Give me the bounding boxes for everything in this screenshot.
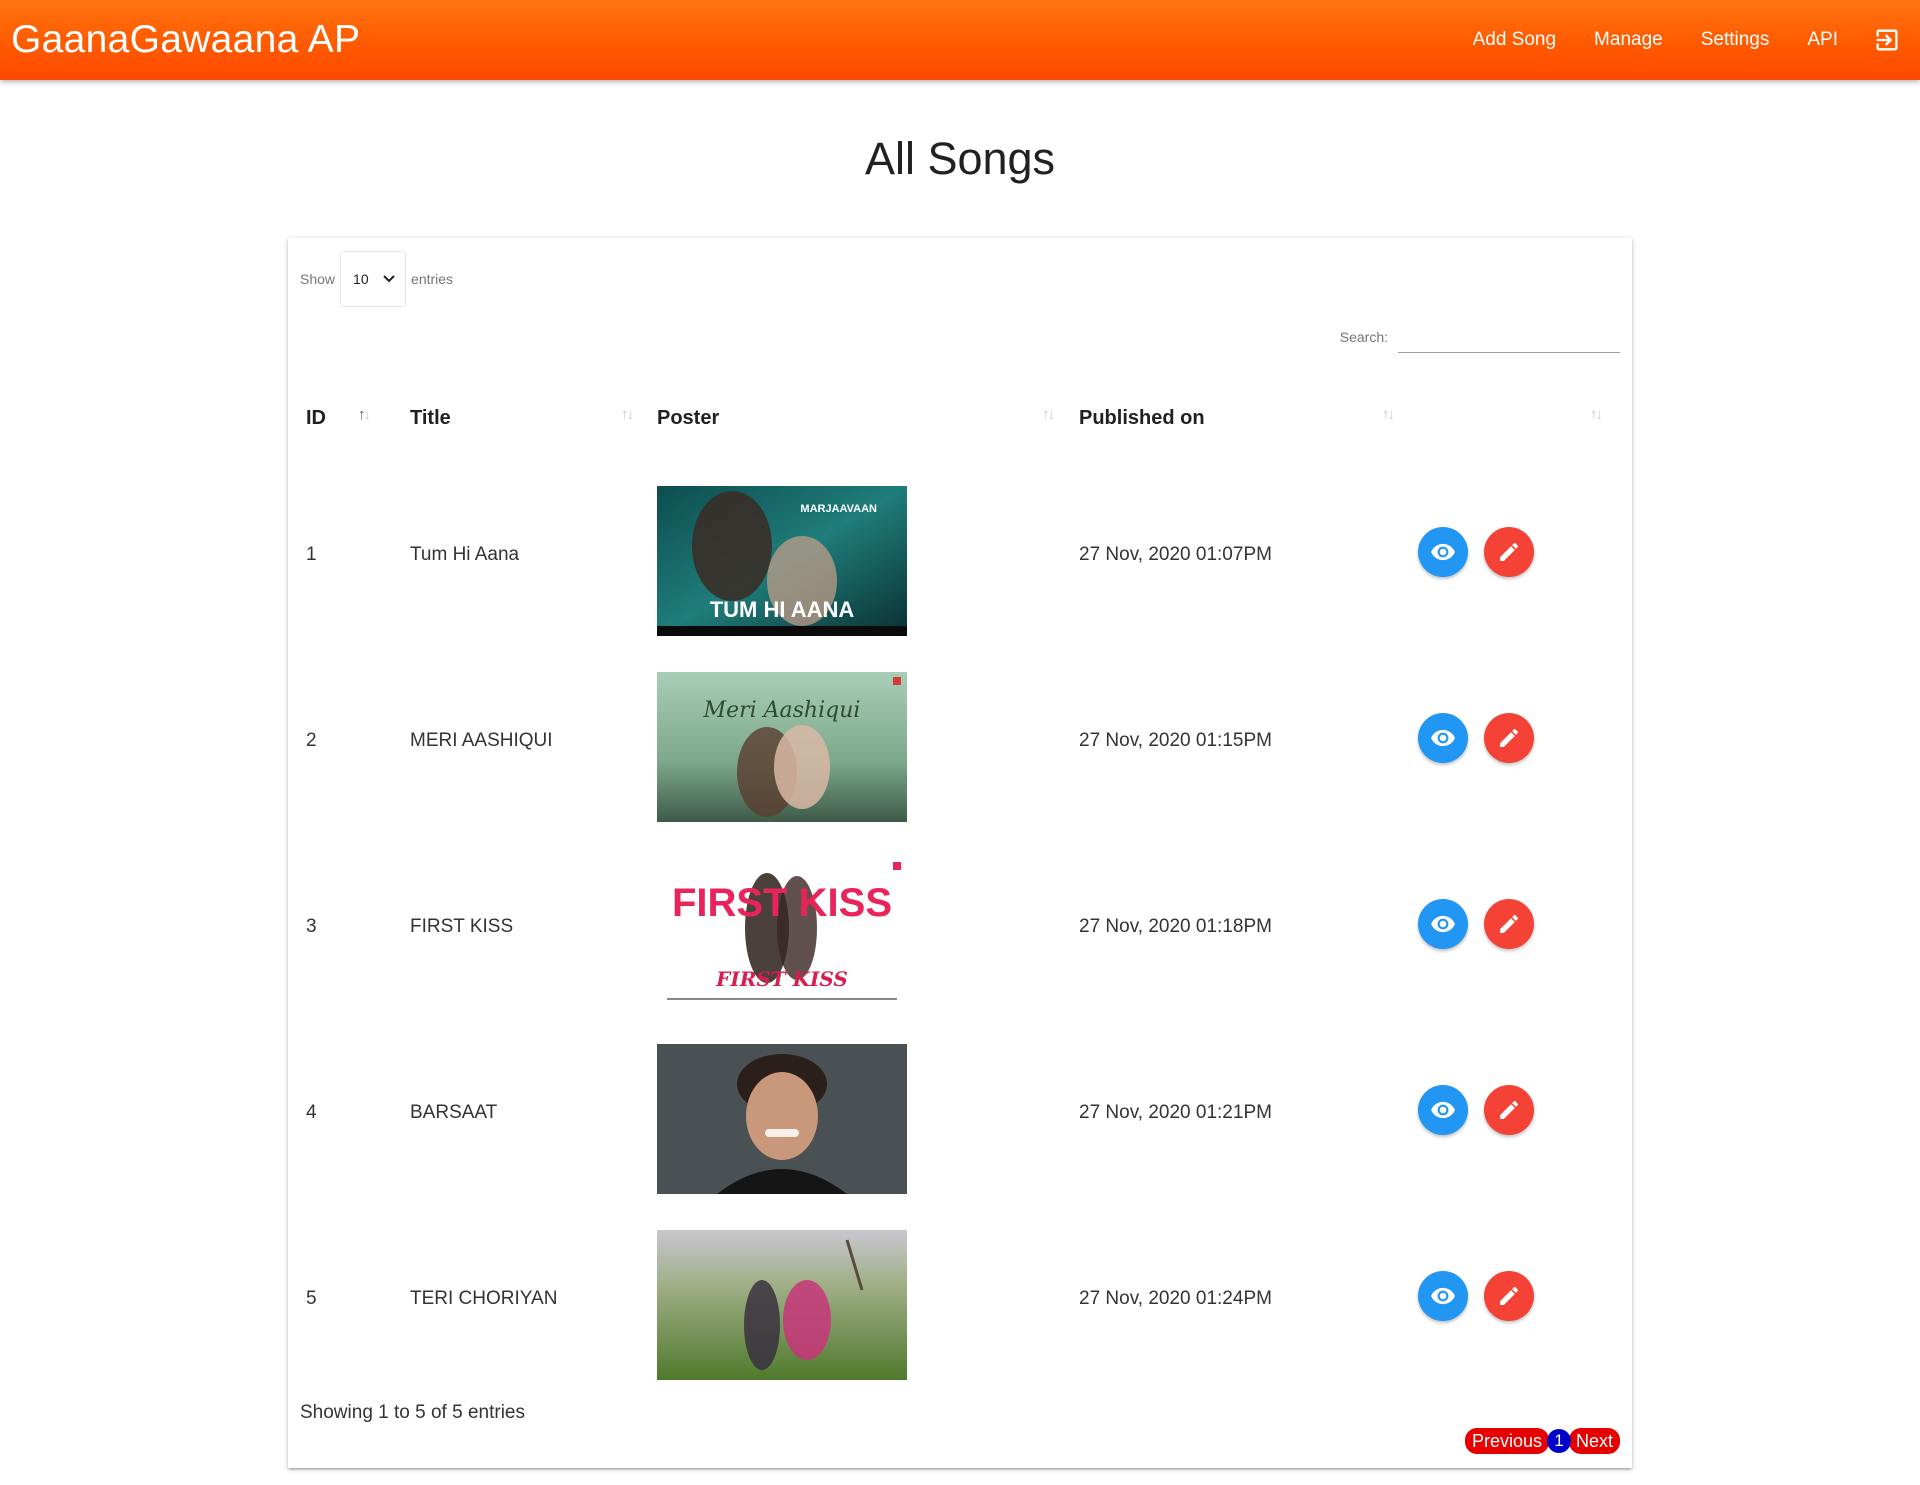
row-title: MERI AASHIQUI [410, 730, 553, 751]
row-title: Tum Hi Aana [410, 544, 520, 565]
show-label: Show [300, 271, 336, 287]
eye-icon [1431, 729, 1455, 747]
songs-table-card: Show 10 entries Search: ID ↑↓ Title ↑↓ P… [288, 238, 1632, 1468]
pencil-icon [1500, 1100, 1519, 1119]
row-title: TERI CHORIYAN [410, 1288, 558, 1309]
column-header-published[interactable]: Published on [1079, 404, 1205, 432]
brand-logo[interactable]: GaanaGawaana AP [11, 18, 360, 62]
entries-length-control: Show 10 entries [300, 251, 453, 307]
page-title: All Songs [864, 133, 1056, 184]
row-published: 27 Nov, 2020 01:24PM [1079, 1288, 1272, 1309]
eye-icon [1431, 1101, 1455, 1119]
eye-icon [1431, 1287, 1455, 1305]
row-id: 3 [306, 916, 317, 937]
search-label: Search: [1339, 329, 1388, 345]
entries-select[interactable]: 10 [340, 251, 407, 307]
poster-image: Meri Aashiqui [657, 672, 907, 822]
view-button[interactable] [1418, 713, 1468, 763]
column-header-id[interactable]: ID [306, 404, 326, 432]
row-published: 27 Nov, 2020 01:21PM [1079, 1102, 1272, 1123]
poster-image [657, 1044, 907, 1194]
row-title: BARSAAT [410, 1102, 498, 1123]
sort-icon: ↑↓ [621, 406, 634, 423]
column-header-poster[interactable]: Poster [657, 404, 719, 432]
edit-button[interactable] [1484, 899, 1534, 949]
sort-icon: ↑↓ [1590, 406, 1603, 423]
view-button[interactable] [1418, 527, 1468, 577]
poster-text: Meri Aashiqui [703, 698, 861, 723]
entries-label: entries [411, 271, 454, 287]
poster-subtitle: FIRST KISS [715, 967, 848, 991]
search-input[interactable] [1398, 320, 1620, 353]
row-title: FIRST KISS [410, 916, 514, 937]
row-id: 4 [306, 1102, 317, 1123]
poster-subtitle: MARJAAVAAN [800, 503, 877, 515]
logout-icon[interactable] [1872, 25, 1902, 55]
row-published: 27 Nov, 2020 01:07PM [1079, 544, 1272, 565]
pencil-icon [1500, 914, 1519, 933]
row-published: 27 Nov, 2020 01:15PM [1079, 730, 1272, 751]
entries-select-value: 10 [353, 271, 369, 287]
table-row: 1 Tum Hi Aana MARJAAVAAN TUM HI AANA 27 … [288, 462, 1632, 648]
view-button[interactable] [1418, 1271, 1468, 1321]
poster-text: TUM HI AANA [710, 597, 855, 622]
row-id: 5 [306, 1288, 317, 1309]
sort-icon: ↑↓ [1042, 406, 1055, 423]
nav-settings[interactable]: Settings [1701, 29, 1770, 51]
nav-manage[interactable]: Manage [1594, 29, 1663, 51]
page-number-button[interactable]: 1 [1546, 1429, 1571, 1453]
column-header-title[interactable]: Title [410, 404, 451, 432]
sort-icon: ↑↓ [1382, 406, 1395, 423]
pencil-icon [1500, 1286, 1519, 1305]
row-id: 2 [306, 730, 317, 751]
pencil-icon [1500, 728, 1519, 747]
table-row: 4 BARSAAT 27 Nov, 2020 01:21PM [288, 1020, 1632, 1206]
eye-icon [1431, 543, 1455, 561]
row-published: 27 Nov, 2020 01:18PM [1079, 916, 1272, 937]
table-row: 5 TERI CHORIYAN 27 Nov, 2020 01:24PM [288, 1206, 1632, 1392]
pagination: Previous 1 Next [1464, 1428, 1620, 1454]
sort-icon: ↑↓ [358, 406, 371, 423]
poster-text: FIRST KISS [672, 881, 892, 925]
poster-image: MARJAAVAAN TUM HI AANA [657, 486, 907, 636]
navbar: GaanaGawaana AP Add Song Manage Settings… [0, 0, 1920, 80]
edit-button[interactable] [1484, 713, 1534, 763]
pencil-icon [1500, 542, 1519, 561]
row-id: 1 [306, 544, 317, 565]
table-row: 3 FIRST KISS FIRST KISS FIRST KISS 27 No… [288, 834, 1632, 1020]
edit-button[interactable] [1484, 1085, 1534, 1135]
nav-api[interactable]: API [1807, 29, 1838, 51]
nav-add-song[interactable]: Add Song [1473, 29, 1556, 51]
poster-image [657, 1230, 907, 1380]
view-button[interactable] [1418, 1085, 1468, 1135]
edit-button[interactable] [1484, 527, 1534, 577]
poster-image: FIRST KISS FIRST KISS [657, 858, 907, 1008]
table-info: Showing 1 to 5 of 5 entries [300, 1402, 525, 1423]
previous-button[interactable]: Previous [1464, 1428, 1549, 1454]
view-button[interactable] [1418, 899, 1468, 949]
nav-links: Add Song Manage Settings API [1435, 0, 1902, 80]
next-button[interactable]: Next [1568, 1428, 1620, 1454]
edit-button[interactable] [1484, 1271, 1534, 1321]
eye-icon [1431, 915, 1455, 933]
chevron-down-icon [383, 275, 395, 283]
table-row: 2 MERI AASHIQUI Meri Aashiqui 27 Nov, 20… [288, 648, 1632, 834]
